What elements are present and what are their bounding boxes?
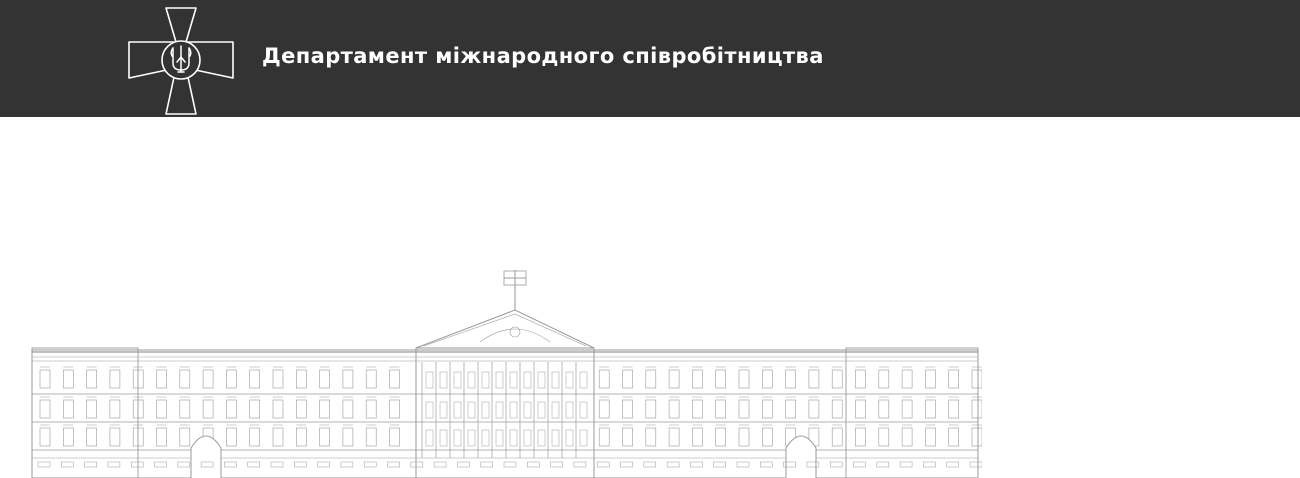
government-building-facade-illustration: [31, 270, 982, 478]
site-header: Департамент міжнародного співробітництва: [0, 0, 1300, 117]
military-cross-trident-icon: [128, 7, 234, 115]
page: Департамент міжнародного співробітництва: [0, 0, 1300, 478]
department-title: Департамент міжнародного співробітництва: [262, 44, 824, 68]
